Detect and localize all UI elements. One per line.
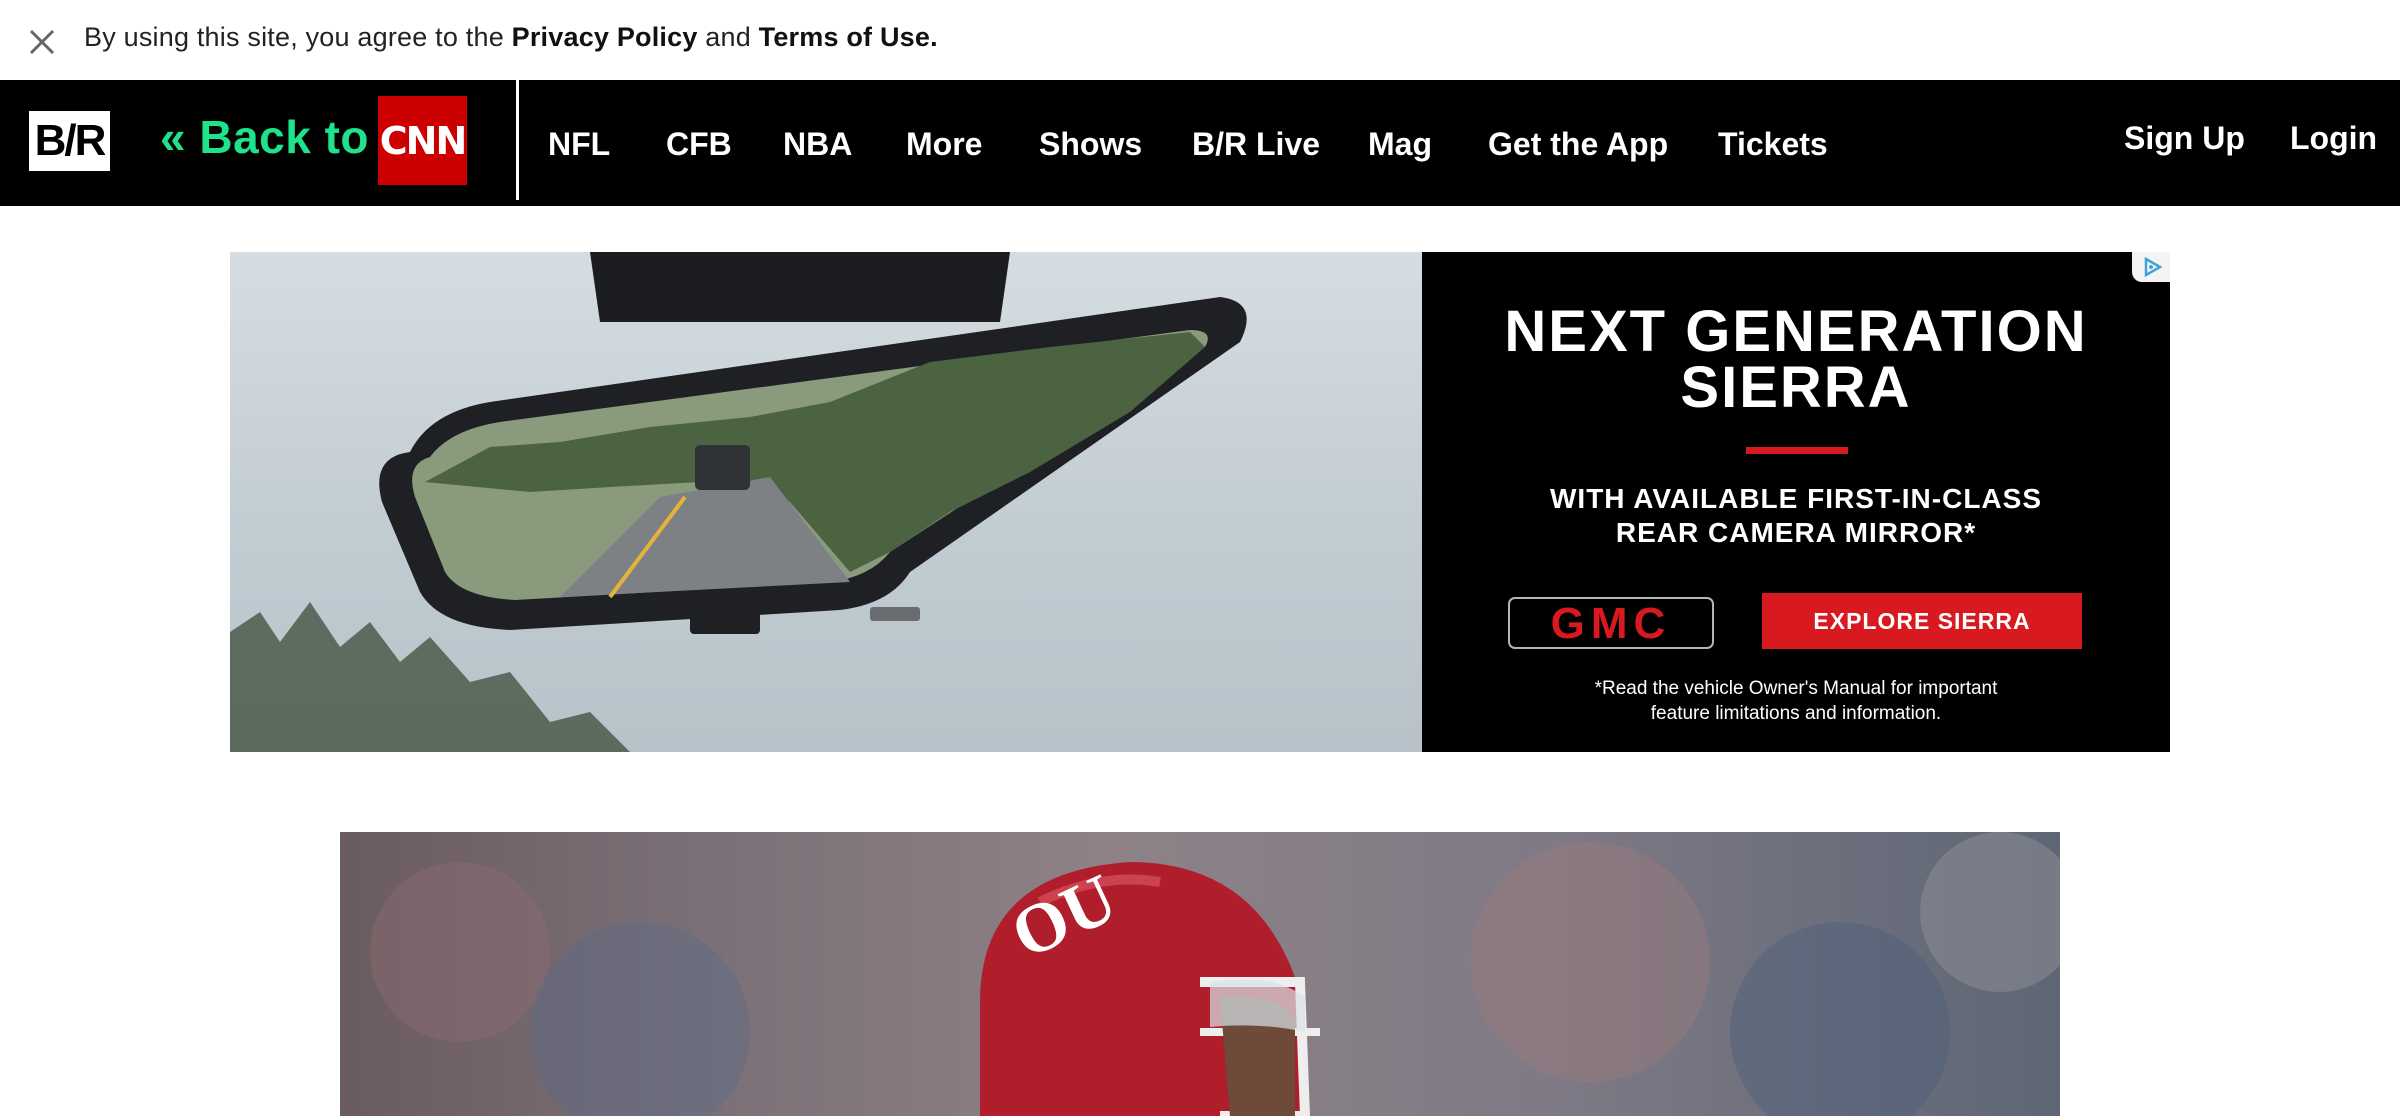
mirror-illustration xyxy=(230,252,1247,752)
back-to-cnn-link[interactable]: « Back to xyxy=(160,110,369,164)
close-icon[interactable] xyxy=(26,26,58,58)
consent-and: and xyxy=(697,22,759,52)
football-player-photo: OU xyxy=(370,832,2060,1116)
nav-divider xyxy=(516,80,519,200)
nav-item-shows[interactable]: Shows xyxy=(1039,126,1142,163)
consent-prefix: By using this site, you agree to the xyxy=(84,22,512,52)
gmc-advertisement[interactable]: NEXT GENERATION SIERRA WITH AVAILABLE FI… xyxy=(230,252,2170,752)
nav-item-br-live[interactable]: B/R Live xyxy=(1192,126,1320,163)
terms-of-use-link[interactable]: Terms of Use. xyxy=(759,22,938,52)
nav-item-nfl[interactable]: NFL xyxy=(548,126,610,163)
article-hero-image[interactable]: OU xyxy=(340,832,2060,1116)
ad-disclaimer-line-1: *Read the vehicle Owner's Manual for imp… xyxy=(1594,678,1998,699)
ad-headline: NEXT GENERATION SIERRA xyxy=(1422,299,2170,420)
ad-subheading: WITH AVAILABLE FIRST-IN-CLASS REAR CAMER… xyxy=(1422,482,2170,550)
nav-item-more[interactable]: More xyxy=(906,126,982,163)
top-nav: B/R « Back to CNN NFL CFB NBA More Shows… xyxy=(0,80,2400,206)
nav-item-cfb[interactable]: CFB xyxy=(666,126,732,163)
consent-text: By using this site, you agree to the Pri… xyxy=(84,22,938,53)
br-logo[interactable]: B/R xyxy=(29,111,110,171)
ad-red-rule xyxy=(1746,447,1848,454)
login-button[interactable]: Login xyxy=(2290,120,2377,157)
adchoices-icon[interactable] xyxy=(2132,252,2170,282)
ad-disclaimer-line-2: feature limitations and information. xyxy=(1650,703,1942,724)
ad-sub-line-1: WITH AVAILABLE FIRST-IN-CLASS xyxy=(1550,483,2042,514)
gmc-logo-text: GMC xyxy=(1551,599,1672,648)
ad-sub-line-2: REAR CAMERA MIRROR* xyxy=(1615,517,1977,548)
privacy-policy-link[interactable]: Privacy Policy xyxy=(512,22,698,52)
cnn-logo[interactable]: CNN xyxy=(378,96,467,185)
ad-disclaimer: *Read the vehicle Owner's Manual for imp… xyxy=(1422,676,2170,726)
ad-headline-line-2: SIERRA xyxy=(1680,355,1912,420)
ad-mirror-image xyxy=(230,252,1422,752)
gmc-logo: GMC xyxy=(1508,597,1714,649)
nav-item-mag[interactable]: Mag xyxy=(1368,126,1432,163)
ad-headline-line-1: NEXT GENERATION xyxy=(1504,299,2088,364)
nav-item-nba[interactable]: NBA xyxy=(783,126,852,163)
sign-up-button[interactable]: Sign Up xyxy=(2124,120,2245,157)
nav-item-tickets[interactable]: Tickets xyxy=(1718,126,1828,163)
explore-sierra-button[interactable]: EXPLORE SIERRA xyxy=(1762,593,2082,649)
ad-text-panel: NEXT GENERATION SIERRA WITH AVAILABLE FI… xyxy=(1422,252,2170,752)
nav-item-get-the-app[interactable]: Get the App xyxy=(1488,126,1668,163)
consent-banner: By using this site, you agree to the Pri… xyxy=(0,0,2400,80)
